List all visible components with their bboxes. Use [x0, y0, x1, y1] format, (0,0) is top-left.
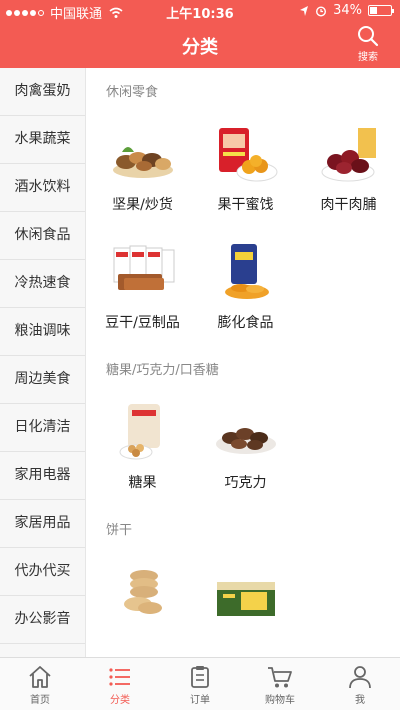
product-grid — [86, 548, 400, 657]
product-nuts[interactable]: 坚果/炒货 — [91, 110, 194, 228]
sidebar-item-drinks[interactable]: 酒水饮料 — [0, 164, 85, 212]
product-puffed[interactable]: 膨化食品 — [194, 228, 297, 346]
search-label: 搜索 — [358, 52, 378, 63]
product-name: 糖果 — [128, 475, 157, 491]
user-icon — [349, 666, 371, 689]
sidebar-item-fruit[interactable]: 水果蔬菜 — [0, 116, 85, 164]
sidebar-item-errands[interactable]: 代办代买 — [0, 548, 85, 596]
search-button[interactable]: 搜索 — [348, 25, 388, 65]
category-sidebar: 肉禽蛋奶 水果蔬菜 酒水饮料 休闲食品 冷热速食 粮油调味 周边美食 日化清洁 … — [0, 68, 86, 657]
alarm-icon — [316, 5, 327, 17]
tab-category[interactable]: 分类 — [80, 658, 160, 710]
product-tofu[interactable]: 豆干/豆制品 — [91, 228, 194, 346]
bottom-tab-bar: 首页 分类 订单 购物车 我 — [0, 657, 400, 710]
clipboard-icon — [191, 666, 209, 688]
search-icon — [358, 26, 379, 47]
chocolate-image — [211, 402, 281, 464]
jerky-image — [314, 124, 384, 186]
puffed-snack-image — [211, 242, 281, 304]
sidebar-item-fastfood[interactable]: 冷热速食 — [0, 260, 85, 308]
product-name: 豆干/豆制品 — [105, 315, 180, 331]
tab-label: 订单 — [190, 695, 210, 706]
product-candy[interactable]: 糖果 — [91, 388, 194, 506]
category-content: 休闲零食 坚果/炒货 果干蜜饯 肉干肉脯 豆干/豆制品 膨化食品 糖果/巧克力/… — [86, 68, 400, 657]
biscuit-image — [108, 562, 178, 624]
nuts-image — [108, 124, 178, 186]
dried-fruit-image — [211, 124, 281, 186]
product-chocolate[interactable]: 巧克力 — [194, 388, 297, 506]
product-name: 肉干肉脯 — [320, 197, 377, 213]
tab-label: 我 — [355, 695, 365, 706]
biscuit-box-image — [211, 562, 281, 624]
cart-icon — [268, 667, 292, 688]
tab-label: 分类 — [110, 695, 130, 706]
product-biscuit-1[interactable] — [91, 548, 194, 657]
section-title-candy: 糖果/巧克力/口香糖 — [106, 363, 219, 378]
tab-label: 购物车 — [265, 695, 295, 706]
sidebar-item-meat[interactable]: 肉禽蛋奶 — [0, 68, 85, 116]
candy-image — [108, 402, 178, 464]
product-grid: 糖果 巧克力 — [86, 388, 400, 506]
sidebar-item-cleaning[interactable]: 日化清洁 — [0, 404, 85, 452]
section-title-snacks: 休闲零食 — [106, 85, 159, 100]
sidebar-item-grain-oil[interactable]: 粮油调味 — [0, 308, 85, 356]
location-icon — [300, 5, 309, 16]
sidebar-item-office-av[interactable]: 办公影音 — [0, 596, 85, 644]
tab-cart[interactable]: 购物车 — [240, 658, 320, 710]
section-title-biscuits: 饼干 — [106, 523, 133, 538]
home-icon — [29, 666, 51, 688]
status-bar: 中国联通 上午10:36 34% — [0, 0, 400, 22]
product-grid: 坚果/炒货 果干蜜饯 肉干肉脯 豆干/豆制品 膨化食品 — [86, 110, 400, 346]
battery-percent: 34% — [333, 3, 362, 18]
product-dried-fruit[interactable]: 果干蜜饯 — [194, 110, 297, 228]
product-name: 巧克力 — [224, 475, 267, 491]
tab-orders[interactable]: 订单 — [160, 658, 240, 710]
product-jerky[interactable]: 肉干肉脯 — [297, 110, 400, 228]
sidebar-item-appliances[interactable]: 家用电器 — [0, 452, 85, 500]
product-name: 膨化食品 — [217, 315, 274, 331]
top-bar: 中国联通 上午10:36 34% 分类 搜索 — [0, 0, 400, 68]
tab-label: 首页 — [30, 695, 50, 706]
product-name: 坚果/炒货 — [112, 197, 173, 213]
page-title: 分类 — [182, 37, 218, 58]
tab-home[interactable]: 首页 — [0, 658, 80, 710]
product-biscuit-2[interactable] — [194, 548, 297, 657]
battery-icon — [368, 5, 394, 16]
sidebar-item-household[interactable]: 家居用品 — [0, 500, 85, 548]
sidebar-item-snacks[interactable]: 休闲食品 — [0, 212, 85, 260]
list-icon — [109, 668, 130, 686]
product-name: 果干蜜饯 — [217, 197, 274, 213]
tab-me[interactable]: 我 — [320, 658, 400, 710]
sidebar-item-nearby-food[interactable]: 周边美食 — [0, 356, 85, 404]
tofu-image — [108, 242, 178, 304]
